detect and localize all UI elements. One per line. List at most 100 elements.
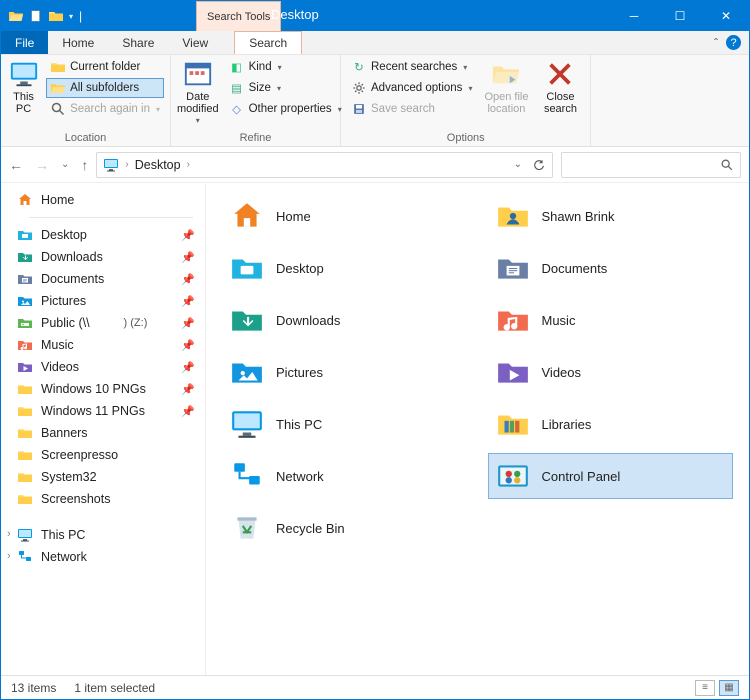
advanced-options-button[interactable]: Advanced options <box>347 78 476 98</box>
folder-icon <box>17 491 33 507</box>
nav-quick-public-[interactable]: Public (\\) (Z:)📌 <box>5 312 201 334</box>
nav-home[interactable]: Home <box>5 189 201 211</box>
status-bar: 13 items 1 item selected ≡ ▦ <box>1 675 749 699</box>
tab-file[interactable]: File <box>1 31 48 54</box>
pin-icon: 📌 <box>181 317 195 330</box>
content-area[interactable]: Home Shawn Brink Desktop Documents Downloads… <box>206 183 749 675</box>
ribbon-tabs: File Home Share View Search ˆ ? <box>1 31 749 55</box>
qat-customize-icon[interactable]: ▾ <box>69 12 73 21</box>
nav-quick-banners[interactable]: Banners <box>5 422 201 444</box>
nav-item-label: Windows 10 PNGs <box>41 382 146 396</box>
navigation-pane[interactable]: Home Desktop📌 Downloads 📌 Documents 📌 Picture… <box>1 183 206 675</box>
item-this-pc[interactable]: This PC <box>222 401 468 447</box>
ribbon: This PC Current folder All subfolders Se… <box>1 55 749 147</box>
nav-item-label: Screenshots <box>41 492 110 506</box>
folder-icon <box>17 381 33 397</box>
item-desktop[interactable]: Desktop <box>222 245 468 291</box>
item-documents[interactable]: Documents <box>488 245 734 291</box>
address-dropdown-icon[interactable]: ⌄ <box>514 159 522 170</box>
size-button[interactable]: ▤Size <box>225 78 346 98</box>
pin-icon: 📌 <box>181 273 195 286</box>
kind-button[interactable]: ◧Kind <box>225 57 346 77</box>
view-tiles-button[interactable]: ▦ <box>719 680 739 696</box>
qat-explorer-icon <box>7 7 25 25</box>
maximize-button[interactable]: ☐ <box>657 1 703 31</box>
recycle-icon <box>230 511 264 545</box>
nav-quick-windows-10-pngs[interactable]: Windows 10 PNGs📌 <box>5 378 201 400</box>
close-button[interactable]: ✕ <box>703 1 749 31</box>
item-pictures[interactable]: Pictures <box>222 349 468 395</box>
view-details-button[interactable]: ≡ <box>695 680 715 696</box>
back-button[interactable]: ← <box>9 157 23 173</box>
help-icon[interactable]: ? <box>726 35 741 50</box>
all-subfolders-button[interactable]: All subfolders <box>46 78 164 98</box>
item-recycle-bin[interactable]: Recycle Bin <box>222 505 468 551</box>
up-button[interactable]: ↑ <box>81 157 88 173</box>
recent-searches-button[interactable]: ↻Recent searches <box>347 57 476 77</box>
folder-icon <box>17 447 33 463</box>
network-icon <box>17 549 33 565</box>
nav-item-label: Screenpresso <box>41 448 118 462</box>
tab-search[interactable]: Search <box>234 31 302 54</box>
item-home[interactable]: Home <box>222 193 468 239</box>
item-videos[interactable]: Videos <box>488 349 734 395</box>
close-search-button[interactable]: Close search <box>536 57 584 115</box>
tab-view[interactable]: View <box>168 31 222 54</box>
ribbon-collapse-icon[interactable]: ˆ <box>714 36 718 50</box>
qat-document-icon[interactable] <box>27 7 45 25</box>
other-properties-button[interactable]: ◇Other properties <box>225 99 346 119</box>
item-label: Music <box>542 313 576 328</box>
item-network[interactable]: Network <box>222 453 468 499</box>
chevron-right-icon[interactable]: › <box>125 159 128 170</box>
nav-separator <box>29 217 193 218</box>
nav-quick-documents[interactable]: Documents 📌 <box>5 268 201 290</box>
item-control-panel[interactable]: Control Panel <box>488 453 734 499</box>
tab-share[interactable]: Share <box>108 31 168 54</box>
search-again-in-button[interactable]: Search again in <box>46 99 164 119</box>
monitor-icon <box>230 407 264 441</box>
nav-item-label: Music <box>41 338 74 352</box>
documents-icon <box>17 271 33 287</box>
search-icon <box>720 158 734 172</box>
address-monitor-icon <box>103 157 119 173</box>
tab-home[interactable]: Home <box>48 31 108 54</box>
nav-item-label: Downloads <box>41 250 103 264</box>
minimize-button[interactable]: ─ <box>611 1 657 31</box>
nav-item-label: Documents <box>41 272 104 286</box>
item-shawn-brink[interactable]: Shawn Brink <box>488 193 734 239</box>
nav-quick-pictures[interactable]: Pictures📌 <box>5 290 201 312</box>
pin-icon: 📌 <box>181 251 195 264</box>
breadcrumb-desktop[interactable]: Desktop <box>135 158 181 172</box>
item-libraries[interactable]: Libraries <box>488 401 734 447</box>
status-selection: 1 item selected <box>74 681 155 695</box>
user-folder-icon <box>496 199 530 233</box>
item-music[interactable]: Music <box>488 297 734 343</box>
control-panel-icon <box>496 459 530 493</box>
nav-quick-downloads[interactable]: Downloads 📌 <box>5 246 201 268</box>
item-downloads[interactable]: Downloads <box>222 297 468 343</box>
current-folder-button[interactable]: Current folder <box>46 57 164 77</box>
nav-quick-screenpresso[interactable]: Screenpresso <box>5 444 201 466</box>
nav-quick-music[interactable]: Music📌 <box>5 334 201 356</box>
nav-item-label: Banners <box>41 426 88 440</box>
date-modified-button[interactable]: Date modified ▾ <box>177 57 219 126</box>
search-box[interactable] <box>561 152 741 178</box>
nav-quick-desktop[interactable]: Desktop📌 <box>5 224 201 246</box>
qat-folder-icon[interactable] <box>47 7 65 25</box>
item-label: Network <box>276 469 324 484</box>
refresh-icon[interactable] <box>532 158 546 172</box>
nav-this-pc[interactable]: This PC <box>5 524 201 546</box>
forward-button[interactable]: → <box>35 157 49 173</box>
nav-network[interactable]: Network <box>5 546 201 568</box>
save-search-button[interactable]: Save search <box>347 99 476 119</box>
nav-quick-system32[interactable]: System32 <box>5 466 201 488</box>
contextual-tab-search-tools: Search Tools <box>196 1 281 31</box>
this-pc-button[interactable]: This PC <box>7 57 40 115</box>
nav-quick-windows-11-pngs[interactable]: Windows 11 PNGs📌 <box>5 400 201 422</box>
recent-locations-button[interactable]: ⌄ <box>61 159 69 170</box>
nav-item-label: Public (\\ <box>41 316 90 330</box>
nav-quick-videos[interactable]: Videos📌 <box>5 356 201 378</box>
address-bar[interactable]: › Desktop › ⌄ <box>96 152 553 178</box>
chevron-right-icon[interactable]: › <box>187 159 190 170</box>
nav-quick-screenshots[interactable]: Screenshots <box>5 488 201 510</box>
